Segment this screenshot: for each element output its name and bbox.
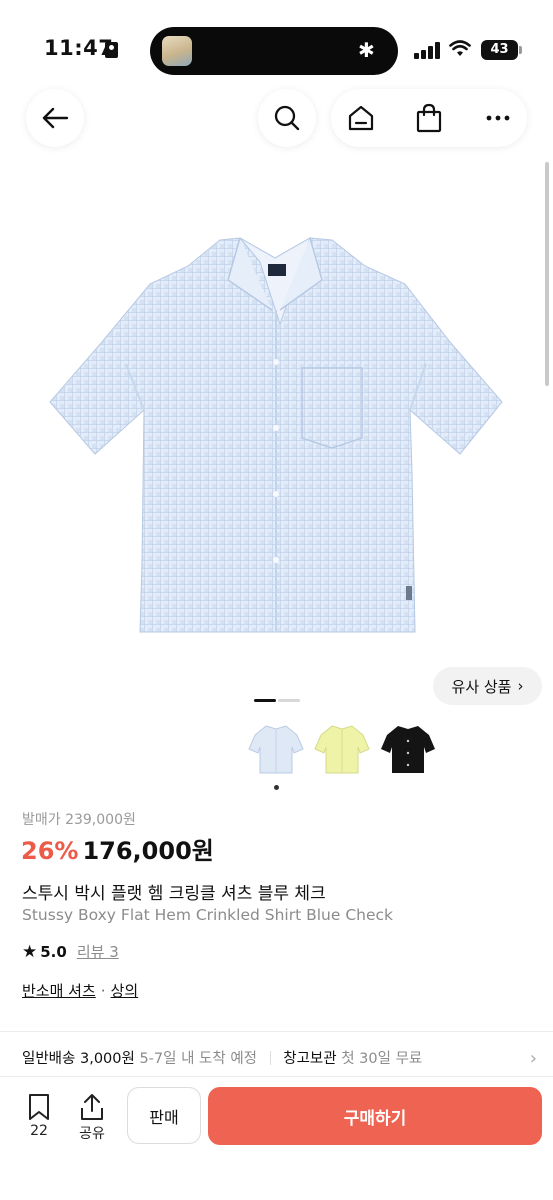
discount-rate: 26% <box>21 837 79 865</box>
swatch-yellow[interactable] <box>314 723 370 775</box>
arrow-left-icon <box>42 107 69 129</box>
search-icon <box>274 105 300 131</box>
storage-label: 창고보관 <box>283 1051 337 1067</box>
shopping-bag-icon <box>416 103 442 133</box>
bottom-action-bar: 22 공유 판매 구매하기 <box>0 1076 553 1200</box>
share-icon <box>81 1094 103 1120</box>
status-bar: 11:47 ✱ 43 <box>0 0 553 96</box>
battery-indicator: 43 <box>481 40 522 60</box>
category-link-short-sleeve-shirt[interactable]: 반소매 셔츠 <box>22 982 96 1000</box>
sale-price: 176,000원 <box>82 837 214 865</box>
more-button[interactable] <box>483 103 513 133</box>
nav-actions <box>331 89 527 147</box>
section-divider <box>0 1031 553 1032</box>
carousel-indicator-inactive <box>278 699 300 702</box>
review-link[interactable]: 리뷰 3 <box>77 941 119 962</box>
carousel-indicator-active <box>254 699 276 702</box>
shipping-divider <box>269 1051 271 1065</box>
now-playing-thumbnail <box>162 36 192 66</box>
shipping-price: 3,000원 <box>79 1051 135 1067</box>
back-button[interactable] <box>26 89 84 147</box>
rating-row: ★ 5.0 리뷰 3 <box>22 941 119 962</box>
product-title-korean: 스투시 박시 플랫 헴 크링클 셔츠 블루 체크 <box>22 884 326 904</box>
scrollbar[interactable] <box>545 162 549 386</box>
shipping-info-row[interactable]: 일반배송 3,000원 5-7일 내 도착 예정 창고보관 첫 30일 무료 › <box>22 1047 537 1071</box>
similar-products-label: 유사 상품 <box>451 677 512 696</box>
dynamic-island[interactable]: ✱ <box>150 27 398 75</box>
buy-button[interactable]: 구매하기 <box>208 1087 542 1145</box>
swatch-black[interactable] <box>380 723 436 775</box>
product-image[interactable] <box>40 232 510 644</box>
price-row: 26% 176,000원 <box>21 831 214 866</box>
storage-note: 첫 30일 무료 <box>341 1051 423 1067</box>
carousel-indicator <box>254 699 300 702</box>
similar-products-button[interactable]: 유사 상품 › <box>433 667 542 705</box>
status-time: 11:47 <box>44 36 114 60</box>
star-icon: ★ <box>22 941 38 962</box>
shipping-label: 일반배송 <box>22 1051 76 1067</box>
contact-card-icon <box>105 42 118 58</box>
chevron-right-icon: › <box>529 1048 537 1069</box>
category-separator: · <box>100 982 106 1000</box>
rating-score: 5.0 <box>40 942 67 961</box>
bluetooth-icon: ✱ <box>358 38 375 62</box>
cellular-signal-icon <box>414 42 442 59</box>
cart-button[interactable] <box>414 103 444 133</box>
share-button[interactable]: 공유 <box>72 1093 112 1143</box>
category-breadcrumb: 반소매 셔츠 · 상의 <box>22 980 138 1001</box>
more-icon <box>486 115 510 121</box>
shipping-eta: 5-7일 내 도착 예정 <box>139 1051 258 1067</box>
product-title-english: Stussy Boxy Flat Hem Crinkled Shirt Blue… <box>22 906 394 924</box>
wifi-icon <box>449 40 471 63</box>
swatch-blue[interactable] <box>248 723 304 775</box>
home-icon <box>348 105 374 131</box>
selected-swatch-dot <box>274 785 279 790</box>
bookmark-icon <box>29 1094 49 1120</box>
chevron-right-icon: › <box>517 677 524 695</box>
search-button[interactable] <box>258 89 316 147</box>
bookmark-button[interactable]: 22 <box>19 1093 59 1139</box>
bookmark-count: 22 <box>30 1123 48 1139</box>
original-price: 발매가 239,000원 <box>22 812 136 828</box>
sell-button[interactable]: 판매 <box>127 1087 201 1144</box>
home-button[interactable] <box>346 103 376 133</box>
share-label: 공유 <box>79 1126 105 1142</box>
category-link-tops[interactable]: 상의 <box>111 982 139 1000</box>
